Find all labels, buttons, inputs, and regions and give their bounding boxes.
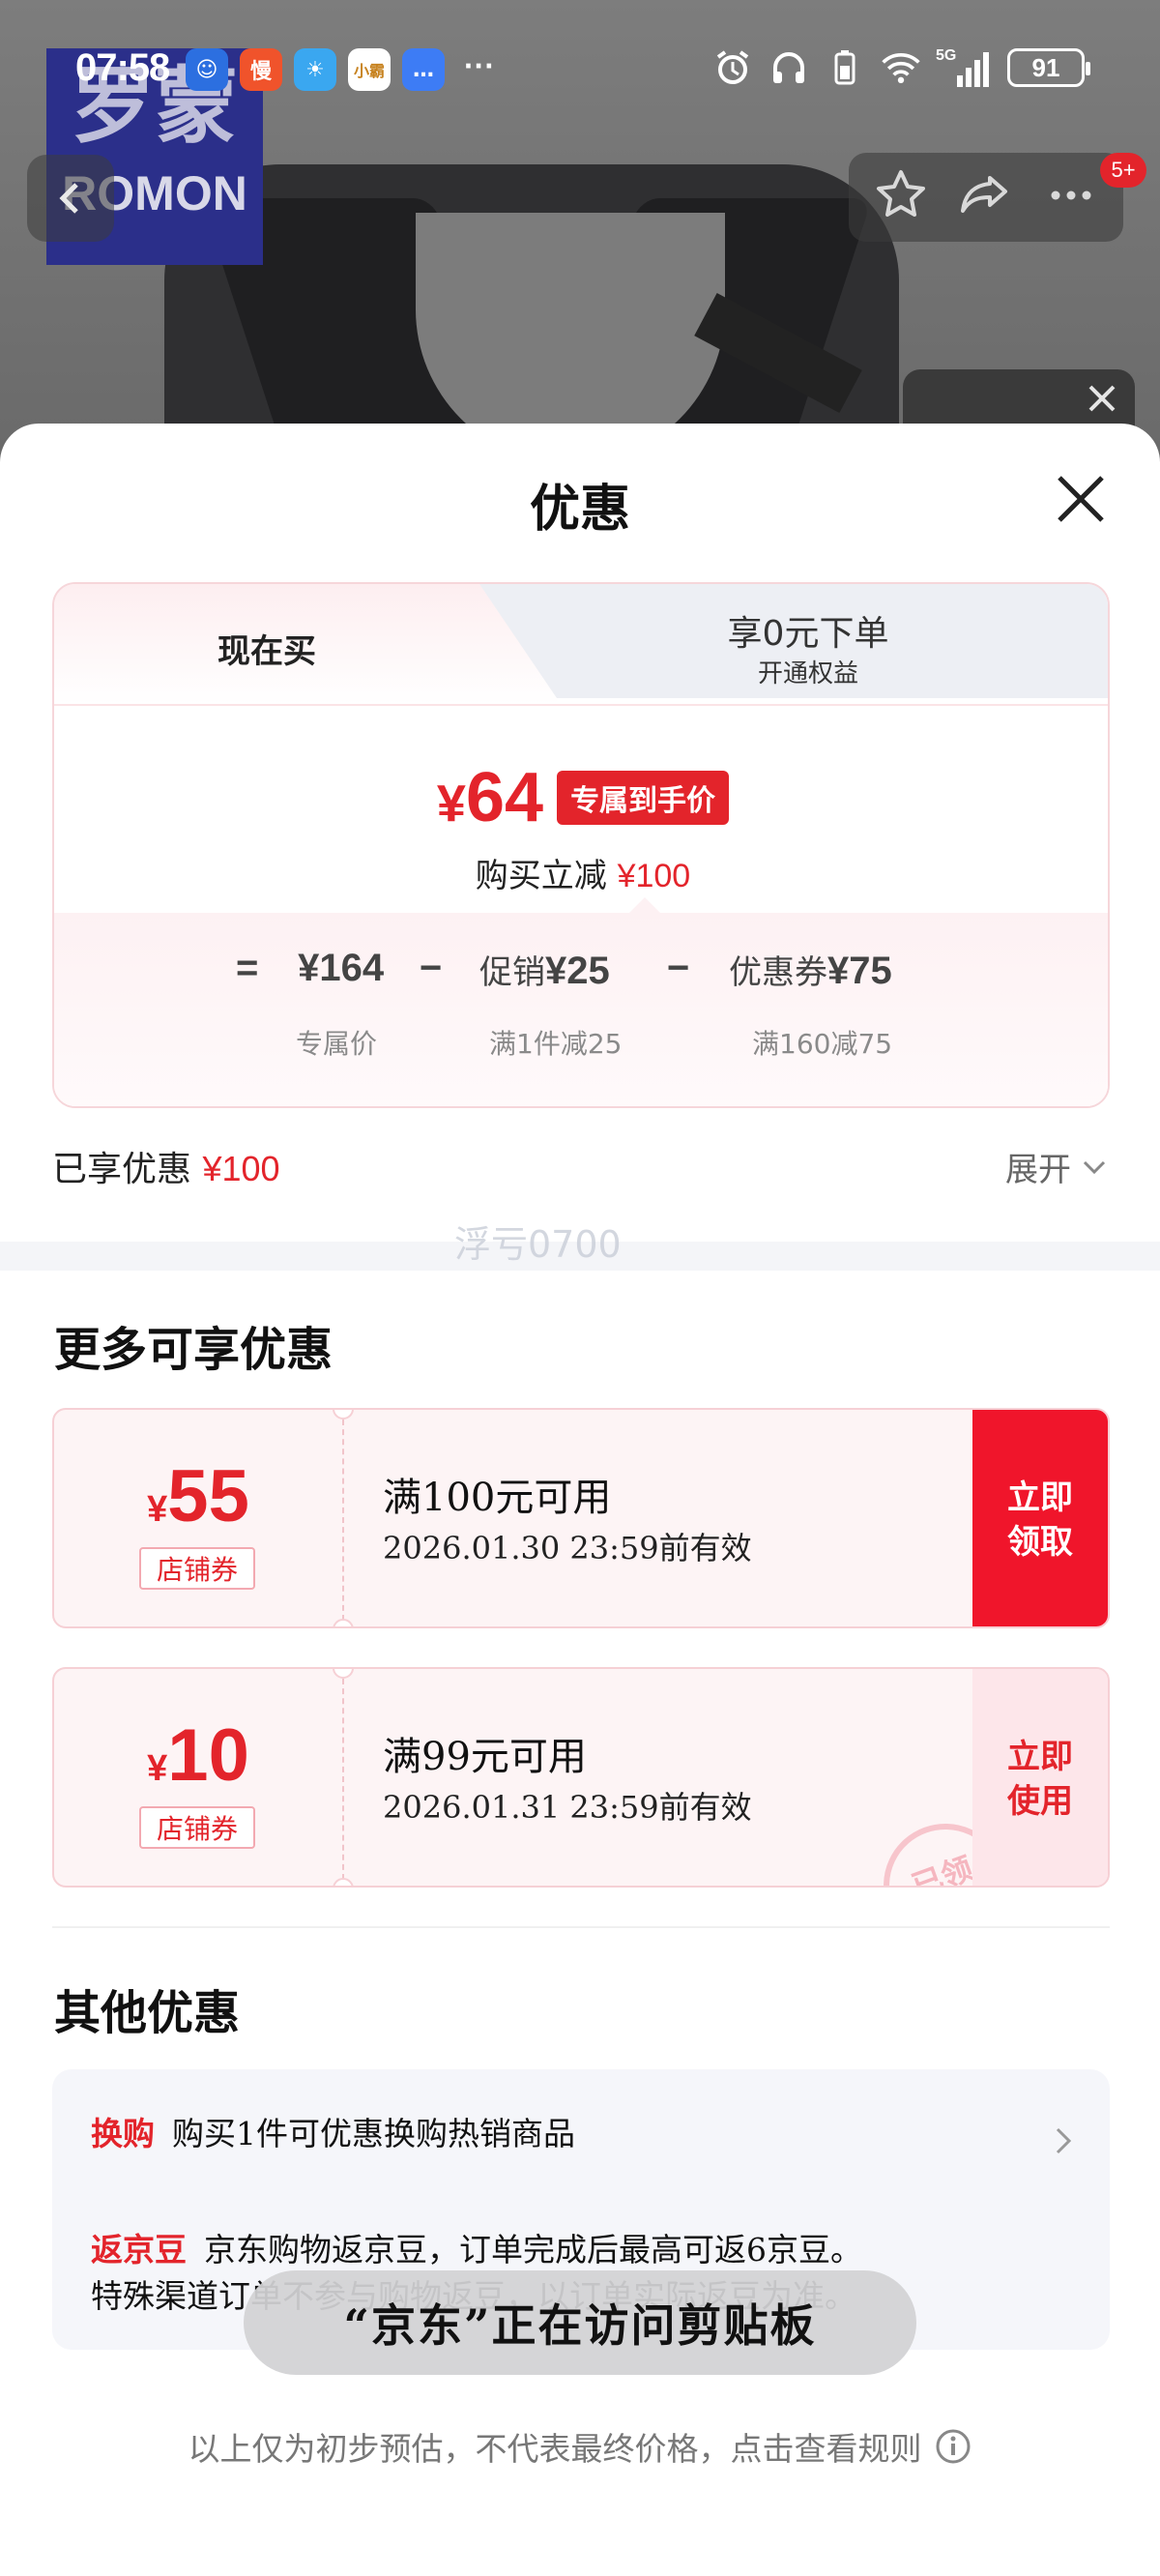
coupon-type-tag: 店铺券 <box>139 1806 255 1849</box>
coupon-condition: 满99元可用 <box>383 1735 587 1779</box>
tab-buy-now-label: 现在买 <box>218 632 316 671</box>
price-rules-link[interactable]: 以上仅为初步预估，不代表最终价格，点击查看规则 <box>0 2423 1160 2470</box>
favorite-button[interactable] <box>872 166 930 228</box>
coupon-amount: ¥10 <box>147 1714 249 1797</box>
back-arrow-icon <box>59 183 78 214</box>
coupon-card: ¥55 店铺券 满100元可用 2026.01.30 23:59前有效 立即 领取 <box>52 1408 1110 1628</box>
coupon-type-tag: 店铺券 <box>139 1547 255 1590</box>
weather-app-icon: ☀ <box>294 48 336 91</box>
base-price-value: ¥164 <box>298 947 385 989</box>
info-icon <box>936 2429 970 2464</box>
product-action-bar <box>849 153 1123 242</box>
watermark: 浮亏0700 <box>454 1223 622 1266</box>
use-coupon-button[interactable]: 立即 使用 <box>972 1669 1108 1886</box>
trade-in-row[interactable]: 换购 购买1件可优惠换购热销商品 <box>91 2108 575 2154</box>
instant-reduction: 购买立减 ¥100 <box>475 857 691 895</box>
star-icon <box>877 170 925 217</box>
more-menu-button[interactable] <box>1042 166 1100 228</box>
status-time: 07:58 <box>75 46 170 89</box>
message-count-badge: 5+ <box>1100 153 1146 188</box>
more-notifications-icon: ··· <box>464 48 495 83</box>
status-bar: 07:58 ☺ 慢 ☀ 小霸 … ··· 5G 91 <box>0 0 1160 145</box>
sheet-title: 优惠 <box>529 481 630 539</box>
share-button[interactable] <box>957 166 1015 228</box>
price-breakdown: = ¥164 − 促销¥25 − 优惠券¥75 专属价 满1件减25 满160减… <box>54 913 1108 1106</box>
coupon-expiry: 2026.01.31 23:59前有效 <box>383 1789 752 1826</box>
hello-app-icon: ☺ <box>186 48 228 91</box>
price-summary-card: 现在买 享0元下单 开通权益 ¥64 专属到手价 购买立减 ¥100 = ¥16… <box>52 582 1110 1108</box>
other-discounts-heading: 其他优惠 <box>54 1986 241 2040</box>
back-button[interactable] <box>27 155 114 242</box>
promotion-condition: 满1件减25 <box>489 1028 623 1060</box>
battery-level: 91 <box>1007 48 1090 87</box>
coupon-condition: 满160减75 <box>752 1028 893 1060</box>
claim-coupon-button[interactable]: 立即 领取 <box>972 1410 1108 1626</box>
tab-zero-order-subtitle: 开通权益 <box>757 659 858 688</box>
man-app-icon: 慢 <box>240 48 282 91</box>
xiaoyu-app-icon: 小霸 <box>348 48 391 91</box>
chevron-down-icon <box>1083 1160 1106 1174</box>
alarm-icon <box>711 46 754 89</box>
battery-small-icon <box>824 46 866 89</box>
exclusive-price-tag: 专属到手价 <box>557 771 730 825</box>
message-app-icon: … <box>402 48 445 91</box>
coupon-card: ¥10 店铺券 满99元可用 2026.01.31 23:59前有效 已领 立即… <box>52 1667 1110 1888</box>
more-dots-icon <box>1051 190 1091 200</box>
signal-5g-icon: 5G <box>936 46 994 89</box>
enjoyed-discount: 已享优惠 ¥100 <box>52 1149 280 1189</box>
tab-zero-order-title: 享0元下单 <box>727 614 889 654</box>
coupon-condition: 满100元可用 <box>383 1476 612 1520</box>
clipboard-toast: “京东”正在访问剪贴板 <box>244 2270 916 2375</box>
floating-video-close-button[interactable] <box>1083 379 1121 422</box>
base-price-label: 专属价 <box>296 1028 378 1060</box>
promotion-value: 促销¥25 <box>479 950 610 992</box>
headphones-icon <box>768 46 810 89</box>
chevron-right-icon[interactable] <box>1052 2123 1075 2162</box>
svg-text:5G: 5G <box>936 47 956 64</box>
coupon-value: 优惠券¥75 <box>729 950 892 992</box>
coupon-amount: ¥55 <box>147 1455 249 1537</box>
coupon-expiry: 2026.01.30 23:59前有效 <box>383 1530 752 1566</box>
jingdou-row: 返京豆 京东购物返京豆，订单完成后最高可返6京豆。 <box>91 2231 862 2269</box>
sheet-close-button[interactable] <box>1052 470 1110 528</box>
wifi-icon <box>880 46 922 89</box>
expand-button[interactable]: 展开 <box>1005 1143 1108 1190</box>
more-discounts-heading: 更多可享优惠 <box>54 1323 334 1377</box>
close-icon <box>1058 476 1104 522</box>
divider <box>52 1926 1110 1928</box>
discount-sheet: 优惠 现在买 享0元下单 开通权益 ¥64 专属到手价 购买立减 ¥100 = … <box>0 424 1160 2576</box>
close-icon <box>1088 385 1116 412</box>
final-price: ¥64 <box>436 759 544 836</box>
share-icon <box>961 176 1007 213</box>
